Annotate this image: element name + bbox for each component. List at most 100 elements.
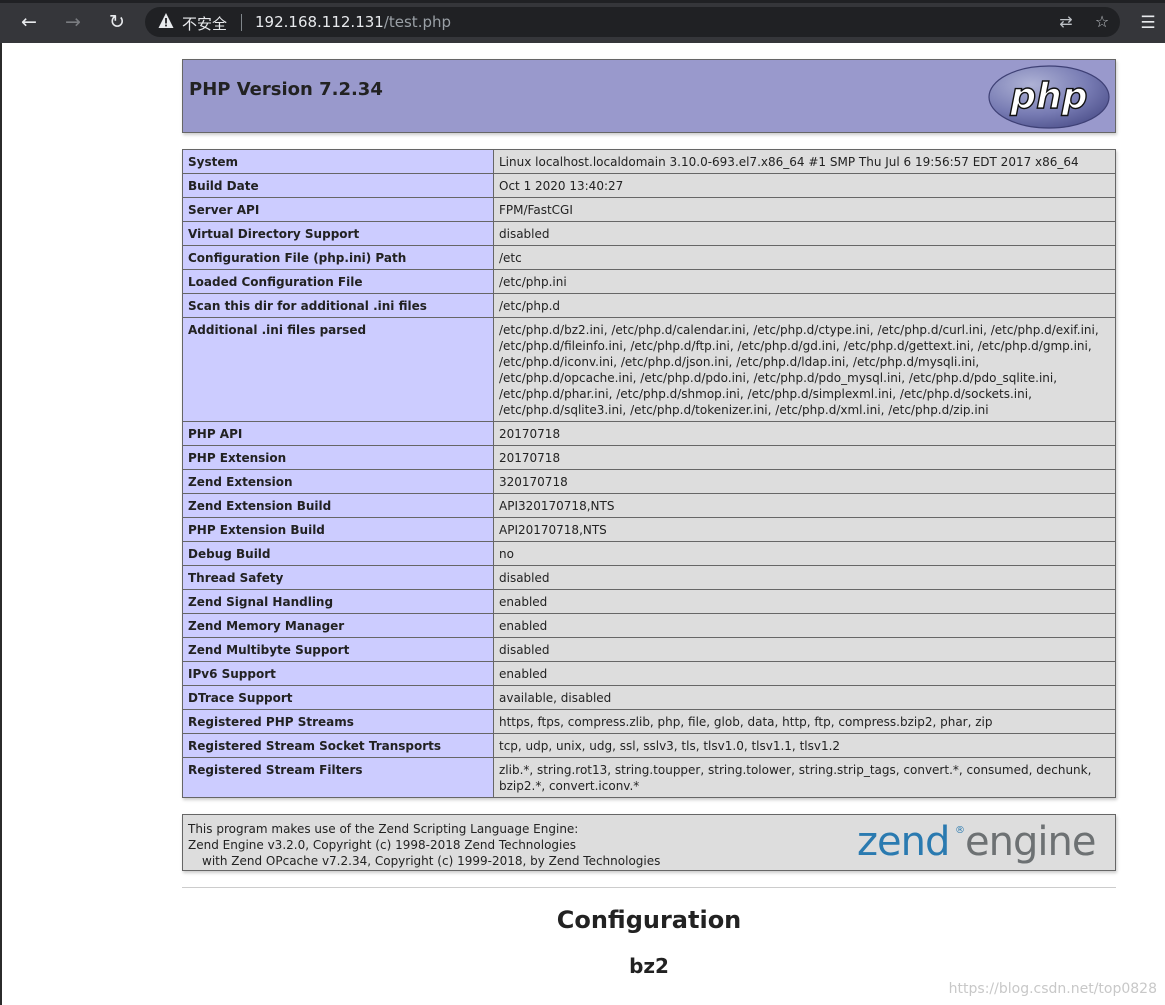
- info-value: disabled: [493, 221, 1116, 246]
- info-row: PHP API 20170718: [182, 421, 1116, 446]
- info-value: API320170718,NTS: [493, 493, 1116, 518]
- info-row: Zend Extension 320170718: [182, 469, 1116, 494]
- info-row: Additional .ini files parsed/etc/php.d/b…: [182, 317, 1116, 422]
- info-key: Additional .ini files parsed: [182, 317, 494, 422]
- info-row: Loaded Configuration File/etc/php.ini: [182, 269, 1116, 294]
- info-row: PHP Extension Build API20170718,NTS: [182, 517, 1116, 542]
- info-value: /etc/php.ini: [493, 269, 1116, 294]
- info-row: Zend Extension Build API320170718,NTS: [182, 493, 1116, 518]
- info-key: System: [182, 149, 494, 174]
- module-heading-bz2[interactable]: bz2: [182, 954, 1116, 978]
- info-value: enabled: [493, 661, 1116, 686]
- info-value: enabled: [493, 613, 1116, 638]
- configuration-heading: Configuration: [556, 906, 742, 934]
- info-row: DTrace Support available, disabled: [182, 685, 1116, 710]
- address-bar[interactable]: 不安全 192.168.112.131/test.php ⇄ ☆: [145, 7, 1120, 37]
- info-row: Server API FPM/FastCGI: [182, 197, 1116, 222]
- php-logo-text: php: [1009, 76, 1087, 117]
- info-row: Zend Signal Handling enabled: [182, 589, 1116, 614]
- browser-toolbar: ← → ↻ 不安全 192.168.112.131/test.php ⇄ ☆ ☰: [0, 0, 1165, 43]
- url-host: 192.168.112.131: [255, 13, 384, 31]
- info-value: https, ftps, compress.zlib, php, file, g…: [493, 709, 1116, 734]
- zend-engine-box: This program makes use of the Zend Scrip…: [182, 814, 1116, 871]
- info-key: Configuration File (php.ini) Path: [182, 245, 494, 270]
- info-row: PHP Extension 20170718: [182, 445, 1116, 470]
- url-path: /test.php: [383, 13, 452, 31]
- info-row: Virtual Directory Support disabled: [182, 221, 1116, 246]
- warning-icon[interactable]: [158, 12, 174, 30]
- info-value: /etc: [493, 245, 1116, 270]
- zend-logo-registered: ®: [955, 825, 965, 836]
- php-version-title: PHP Version 7.2.34: [189, 79, 383, 100]
- address-separator: [241, 14, 242, 31]
- info-key: Zend Extension Build: [182, 493, 494, 518]
- info-key: PHP Extension Build: [182, 517, 494, 542]
- info-key: Zend Multibyte Support: [182, 637, 494, 662]
- info-key: Virtual Directory Support: [182, 221, 494, 246]
- zend-credits: This program makes use of the Zend Scrip…: [188, 821, 660, 869]
- zend-credit-line: with Zend OPcache v7.2.34, Copyright (c)…: [202, 854, 661, 868]
- bookmark-star-icon[interactable]: ☆: [1091, 11, 1113, 33]
- info-key: PHP API: [182, 421, 494, 446]
- tab-strip: [0, 0, 1165, 3]
- info-value: /etc/php.d/bz2.ini, /etc/php.d/calendar.…: [493, 317, 1116, 422]
- info-value: no: [493, 541, 1116, 566]
- engine-logo-word: engine: [965, 819, 1095, 865]
- info-key: PHP Extension: [182, 445, 494, 470]
- forward-button-icon[interactable]: →: [61, 10, 85, 34]
- info-key: Debug Build: [182, 541, 494, 566]
- info-value: 20170718: [493, 445, 1116, 470]
- info-row: Registered Stream Socket Transports tcp, …: [182, 733, 1116, 758]
- info-key: Registered PHP Streams: [182, 709, 494, 734]
- info-key: Scan this dir for additional .ini files: [182, 293, 494, 318]
- info-key: Zend Signal Handling: [182, 589, 494, 614]
- info-key: Registered Stream Filters: [182, 757, 494, 798]
- info-key: DTrace Support: [182, 685, 494, 710]
- info-row: Scan this dir for additional .ini files /…: [182, 293, 1116, 318]
- zend-logo-word: zend: [857, 819, 949, 865]
- url-text[interactable]: 192.168.112.131/test.php: [255, 13, 451, 31]
- info-key: Zend Extension: [182, 469, 494, 494]
- php-info-table: System Linux localhost.localdomain 3.10.0…: [182, 149, 1116, 798]
- info-row: IPv6 Support enabled: [182, 661, 1116, 686]
- info-row: Zend Memory Manager enabled: [182, 613, 1116, 638]
- info-value: 320170718: [493, 469, 1116, 494]
- info-value: Oct 1 2020 13:40:27: [493, 173, 1116, 198]
- info-key: Loaded Configuration File: [182, 269, 494, 294]
- php-version-header: PHP Version 7.2.34 php: [182, 59, 1116, 133]
- info-value: enabled: [493, 589, 1116, 614]
- info-value: Linux localhost.localdomain 3.10.0-693.e…: [493, 149, 1116, 174]
- back-button-icon[interactable]: ←: [17, 10, 41, 34]
- info-key: Thread Safety: [182, 565, 494, 590]
- zend-credit-line: Zend Engine v3.2.0, Copyright (c) 1998-2…: [188, 838, 577, 852]
- php-logo-icon[interactable]: php: [988, 65, 1110, 129]
- info-row: Configuration File (php.ini) Path/etc: [182, 245, 1116, 270]
- info-row: Build Date Oct 1 2020 13:40:27: [182, 173, 1116, 198]
- info-value: API20170718,NTS: [493, 517, 1116, 542]
- info-row: Registered Stream Filters zlib.*, string.…: [182, 757, 1116, 798]
- info-row: System Linux localhost.localdomain 3.10.0…: [182, 149, 1116, 174]
- phpinfo-page: PHP Version 7.2.34 php System Linux local…: [182, 59, 1116, 978]
- security-status-label[interactable]: 不安全: [182, 13, 227, 34]
- info-value: disabled: [493, 637, 1116, 662]
- info-key: IPv6 Support: [182, 661, 494, 686]
- info-value: zlib.*, string.rot13, string.toupper, st…: [493, 757, 1116, 798]
- translate-icon[interactable]: ⇄: [1055, 11, 1077, 33]
- reading-list-icon[interactable]: ☰: [1137, 12, 1159, 34]
- info-value: 20170718: [493, 421, 1116, 446]
- info-value: disabled: [493, 565, 1116, 590]
- window-edge: [0, 43, 2, 1005]
- info-value: tcp, udp, unix, udg, ssl, sslv3, tls, tl…: [493, 733, 1116, 758]
- info-value: /etc/php.d: [493, 293, 1116, 318]
- zend-engine-logo-icon[interactable]: zend ® engine: [857, 819, 1109, 867]
- info-key: Registered Stream Socket Transports: [182, 733, 494, 758]
- info-row: Thread Safety disabled: [182, 565, 1116, 590]
- reload-button-icon[interactable]: ↻: [105, 10, 129, 34]
- info-row: Debug Build no: [182, 541, 1116, 566]
- watermark: https://blog.csdn.net/top0828: [948, 981, 1157, 997]
- info-row: Zend Multibyte Support disabled: [182, 637, 1116, 662]
- info-value: available, disabled: [493, 685, 1116, 710]
- info-key: Zend Memory Manager: [182, 613, 494, 638]
- info-row: Registered PHP Streams https, ftps, compr…: [182, 709, 1116, 734]
- info-key: Build Date: [182, 173, 494, 198]
